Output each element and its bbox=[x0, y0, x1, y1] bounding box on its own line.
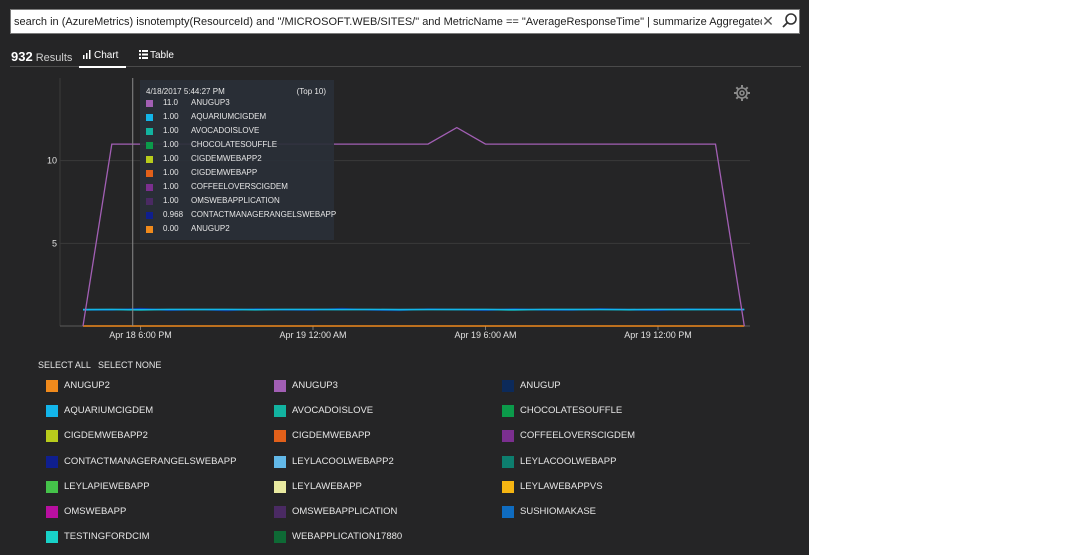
legend-label: ANUGUP3 bbox=[292, 380, 338, 391]
legend-swatch bbox=[502, 430, 514, 443]
tooltip-value: 1.00 bbox=[163, 154, 179, 163]
tooltip-series-name: CIGDEMWEBAPP bbox=[191, 168, 258, 177]
tooltip-series-name: OMSWEBAPPLICATION bbox=[191, 196, 280, 205]
query-input[interactable] bbox=[11, 10, 762, 33]
legend-label: CONTACTMANAGERANGELSWEBAPP bbox=[64, 455, 237, 467]
legend-swatch bbox=[502, 405, 514, 418]
legend-label: AQUARIUMCIGDEM bbox=[64, 405, 154, 417]
tooltip-series-name: ANUGUP3 bbox=[191, 98, 230, 107]
active-tab-indicator bbox=[79, 66, 126, 68]
legend-label: LEYLACOOLWEBAPP2 bbox=[292, 455, 394, 467]
tooltip-value: 0.968 bbox=[163, 210, 184, 219]
tooltip-series-name: AVOCADOISLOVE bbox=[191, 126, 260, 135]
tooltip-swatch bbox=[146, 198, 153, 205]
legend-swatch bbox=[46, 430, 58, 443]
y-tick-label: 10 bbox=[47, 156, 57, 166]
legend-swatch bbox=[46, 405, 58, 418]
legend-label: LEYLACOOLWEBAPP bbox=[520, 455, 617, 467]
tooltip-timestamp: 4/18/2017 5:44:27 PM bbox=[146, 87, 225, 96]
tooltip-value: 1.00 bbox=[163, 196, 179, 205]
legend-swatch bbox=[502, 480, 514, 493]
legend-label: CIGDEMWEBAPP bbox=[292, 430, 371, 442]
legend-swatch bbox=[46, 480, 58, 493]
legend-label: LEYLAWEBAPP bbox=[292, 480, 362, 492]
legend-label: CHOCOLATESOUFFLE bbox=[520, 405, 623, 417]
tooltip-value: 1.00 bbox=[163, 182, 179, 191]
tab-table-label: Table bbox=[150, 50, 174, 61]
results-count: 932 Results bbox=[11, 49, 72, 64]
legend-label: ANUGUP bbox=[520, 380, 561, 391]
legend-swatch bbox=[46, 380, 58, 392]
legend-swatch bbox=[274, 480, 286, 493]
tooltip-swatch bbox=[146, 142, 153, 149]
gear-icon[interactable] bbox=[733, 84, 751, 102]
tooltip-swatch bbox=[146, 100, 153, 107]
tab-chart-label: Chart bbox=[94, 50, 119, 61]
legend-swatch bbox=[274, 380, 286, 392]
legend-label: COFFEELOVERSCIGDEM bbox=[520, 430, 636, 442]
tooltip-series-name: CHOCOLATESOUFFLE bbox=[191, 140, 278, 149]
legend-label: AVOCADOISLOVE bbox=[292, 405, 374, 417]
tooltip-series-name: AQUARIUMCIGDEM bbox=[191, 112, 267, 121]
results-number: 932 bbox=[11, 49, 33, 64]
legend-swatch bbox=[502, 506, 514, 518]
x-tick-label: Apr 18 6:00 PM bbox=[109, 330, 172, 340]
legend-swatch bbox=[274, 455, 286, 468]
legend-label: TESTINGFORDCIM bbox=[64, 531, 150, 543]
select-all-button[interactable]: SELECT ALL bbox=[38, 360, 91, 370]
legend-swatch bbox=[274, 506, 286, 518]
tooltip-series-name: CIGDEMWEBAPP2 bbox=[191, 154, 262, 163]
chart-tooltip: 4/18/2017 5:44:27 PM (Top 10) 11.0 ANUGUP… bbox=[140, 80, 337, 240]
select-none-button[interactable]: SELECT NONE bbox=[98, 360, 161, 370]
tooltip-series-name: COFFEELOVERSCIGDEM bbox=[191, 182, 288, 191]
legend-label: OMSWEBAPPLICATION bbox=[292, 506, 398, 517]
tooltip-value: 1.00 bbox=[163, 126, 179, 135]
table-icon bbox=[139, 50, 148, 59]
legend-label: OMSWEBAPP bbox=[64, 506, 127, 517]
tooltip-series-name: CONTACTMANAGERANGELSWEBAPP bbox=[191, 210, 337, 219]
tooltip-swatch bbox=[146, 114, 153, 121]
legend-swatch bbox=[502, 380, 514, 392]
tooltip-swatch bbox=[146, 212, 153, 219]
line-chart[interactable]: 5 10 Apr 18 6:00 PM Apr 19 12:00 AM Apr 19 6… bbox=[0, 70, 809, 350]
close-icon[interactable]: ✕ bbox=[760, 13, 776, 29]
legend-swatch bbox=[502, 455, 514, 468]
tooltip-series-name: ANUGUP2 bbox=[191, 224, 230, 233]
legend-label: CIGDEMWEBAPP2 bbox=[64, 430, 148, 442]
legend-swatch bbox=[46, 506, 58, 518]
legend-label: LEYLAPIEWEBAPP bbox=[64, 480, 150, 492]
legend-swatch bbox=[46, 455, 58, 468]
tooltip-top-label: (Top 10) bbox=[296, 87, 326, 96]
tooltip-value: 0.00 bbox=[163, 224, 179, 233]
x-tick-label: Apr 19 12:00 AM bbox=[279, 330, 346, 340]
tab-divider bbox=[10, 66, 801, 67]
results-label: Results bbox=[35, 52, 73, 64]
legend-label: SUSHIOMAKASE bbox=[520, 506, 597, 517]
x-tick-label: Apr 19 12:00 PM bbox=[624, 330, 692, 340]
bar-chart-icon bbox=[83, 50, 91, 59]
tooltip-value: 1.00 bbox=[163, 112, 179, 121]
tooltip-swatch bbox=[146, 170, 153, 177]
tab-table[interactable]: Table bbox=[139, 50, 174, 61]
query-bar: ✕ bbox=[10, 9, 800, 34]
tooltip-swatch bbox=[146, 156, 153, 163]
legend-swatch bbox=[274, 405, 286, 418]
legend-swatch bbox=[46, 531, 58, 544]
y-tick-label: 5 bbox=[52, 238, 57, 248]
tooltip-swatch bbox=[146, 184, 153, 191]
tooltip-swatch bbox=[146, 128, 153, 135]
search-icon[interactable] bbox=[781, 12, 799, 30]
log-analytics-panel: ✕ 932Results Chart Table 5 10 Apr 18 6:00 … bbox=[0, 0, 809, 555]
legend-swatch bbox=[274, 430, 286, 443]
tab-chart[interactable]: Chart bbox=[83, 50, 118, 61]
tooltip-value: 1.00 bbox=[163, 140, 179, 149]
legend-swatch bbox=[274, 531, 286, 544]
tooltip-value: 11.0 bbox=[163, 98, 178, 107]
legend-label: ANUGUP2 bbox=[64, 380, 110, 391]
legend-label: LEYLAWEBAPPVS bbox=[520, 480, 603, 492]
legend-label: WEBAPPLICATION17880 bbox=[292, 531, 403, 543]
x-tick-label: Apr 19 6:00 AM bbox=[454, 330, 516, 340]
tooltip-swatch bbox=[146, 226, 153, 233]
tooltip-value: 1.00 bbox=[163, 168, 179, 177]
